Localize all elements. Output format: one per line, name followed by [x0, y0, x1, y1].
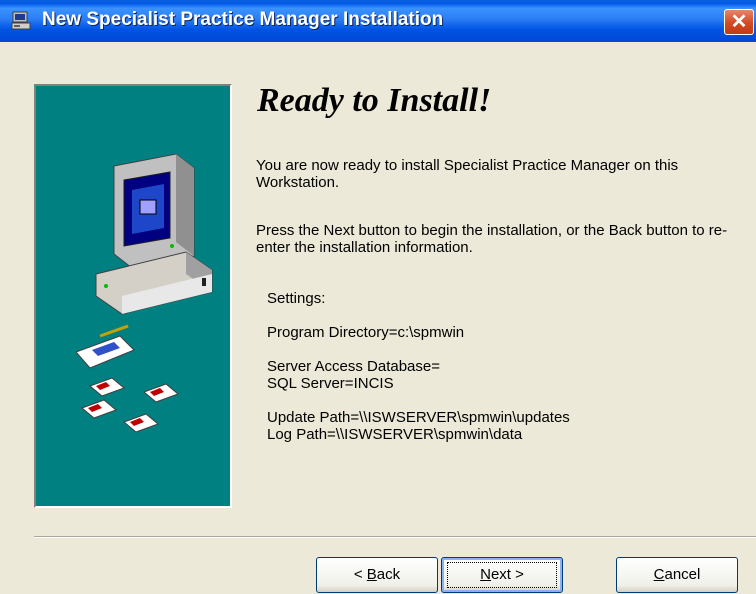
- intro-paragraph: You are now ready to install Specialist …: [256, 157, 679, 191]
- server-database-value: Server Access Database=: [267, 358, 441, 375]
- update-path-value: Update Path=\\ISWSERVER\spmwin\updates: [267, 409, 570, 426]
- sql-server-value: SQL Server=INCIS: [267, 375, 394, 392]
- back-button[interactable]: < Back: [316, 557, 438, 593]
- computer-illustration: [76, 153, 213, 433]
- next-button[interactable]: Next >: [441, 557, 563, 593]
- close-icon: ✕: [730, 11, 748, 33]
- instructions-paragraph: Press the Next button to begin the insta…: [256, 222, 728, 256]
- settings-summary: Settings: Program Directory=c:\spmwin Se…: [267, 290, 570, 443]
- focus-rectangle: [447, 562, 557, 588]
- installer-app-icon: [11, 11, 31, 30]
- settings-label: Settings:: [267, 290, 326, 307]
- back-prefix: <: [353, 566, 367, 583]
- title-bar[interactable]: New Specialist Practice Manager Installa…: [0, 0, 756, 42]
- cancel-button[interactable]: Cancel: [616, 557, 738, 593]
- back-accelerator: B: [366, 566, 377, 583]
- cancel-accelerator: C: [653, 566, 665, 583]
- program-directory-value: Program Directory=c:\spmwin: [267, 324, 465, 341]
- cancel-label-rest: ancel: [664, 566, 701, 583]
- close-button[interactable]: ✕: [724, 9, 754, 35]
- side-image-panel: [34, 84, 232, 508]
- installer-window: New Specialist Practice Manager Installa…: [0, 0, 756, 594]
- button-separator: [34, 536, 756, 538]
- log-path-value: Log Path=\\ISWSERVER\spmwin\data: [267, 426, 523, 443]
- back-label-rest: ack: [376, 566, 401, 583]
- page-title: Ready to Install!: [257, 82, 492, 119]
- window-title: New Specialist Practice Manager Installa…: [42, 9, 444, 30]
